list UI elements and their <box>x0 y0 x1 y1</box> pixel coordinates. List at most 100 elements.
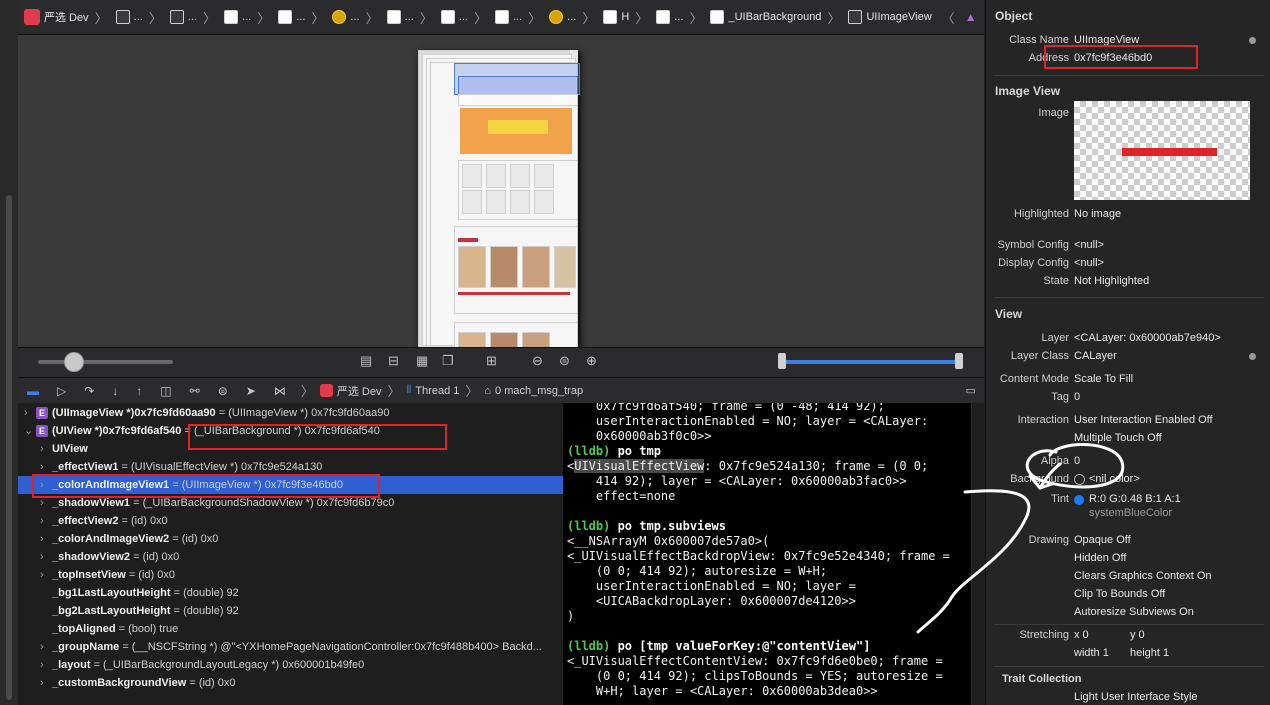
change-canvas-background-icon[interactable]: ❐ <box>442 353 454 369</box>
console-line: (lldb) po [tmp valueForKey:@"contentView… <box>567 639 871 653</box>
view-hierarchy-canvas[interactable] <box>18 35 984 347</box>
variable-row[interactable]: _bg2LastLayoutHeight = (double) 92 <box>18 602 563 620</box>
variable-row[interactable]: › _shadowView2 = (id) 0x0 <box>18 548 563 566</box>
chevron-right-icon[interactable]: › <box>40 440 52 458</box>
variable-row[interactable]: › E (UIImageView *)0x7fc9fd60aa90 = (UIIma… <box>18 404 563 422</box>
spacing-slider-knob[interactable] <box>64 352 84 372</box>
step-over-icon[interactable]: ↷ <box>84 384 94 398</box>
chevron-right-icon[interactable]: › <box>40 566 52 584</box>
exploded-view-stack[interactable] <box>418 50 580 347</box>
warning-icon[interactable]: ▲ <box>965 10 977 24</box>
crumb-image-view[interactable]: UIImageView <box>842 10 932 24</box>
variable-row[interactable]: › _colorAndImageView2 = (id) 0x0 <box>18 530 563 548</box>
debug-view-hierarchy-icon[interactable]: ◫ <box>160 384 171 398</box>
variable-value: = (UIImageView *) 0x7fc9fd60aa90 <box>218 407 390 419</box>
navigate-class-icon[interactable] <box>1249 37 1256 44</box>
crumb-controller-2[interactable]: ... <box>543 10 576 24</box>
crumb-view-3[interactable]: ... <box>272 10 305 24</box>
layer-class-value: CALayer <box>1074 350 1117 362</box>
range-slider-right-handle[interactable] <box>955 353 963 369</box>
crumb-controller-1[interactable]: ... <box>326 10 360 24</box>
variable-value: = (id) 0x0 <box>189 677 236 689</box>
variable-row[interactable]: _topAligned = (bool) true <box>18 620 563 638</box>
debug-thread[interactable]: Thread 1 <box>415 385 459 397</box>
variable-name: _bg1LastLayoutHeight <box>52 587 171 599</box>
tag-label: Tag <box>1051 391 1069 403</box>
spacing-slider-track[interactable] <box>38 360 173 364</box>
console-line: 0x7fc9fd6af540; frame = (0 -48; 414 92); <box>567 403 885 413</box>
variable-row[interactable]: › _groupName = (__NSCFString *) @"<YXHome… <box>18 638 563 656</box>
navigate-layer-class-icon[interactable] <box>1249 353 1256 360</box>
tag-value: 0 <box>1074 391 1081 403</box>
orient-3d-icon[interactable]: ⊞ <box>486 353 497 369</box>
adjust-view-mode-icon[interactable]: ▦ <box>416 353 428 369</box>
continue-icon[interactable]: ▷ <box>57 384 66 398</box>
variable-row[interactable]: _bg1LastLayoutHeight = (double) 92 <box>18 584 563 602</box>
background-label: Background <box>1010 473 1069 485</box>
view-controller-icon <box>332 10 347 24</box>
crumb-window[interactable]: ... <box>110 10 143 24</box>
range-slider-left-handle[interactable] <box>778 353 786 369</box>
show-clipped-icon[interactable]: ▤ <box>360 353 372 369</box>
environment-overrides-icon[interactable]: ⊜ <box>218 384 228 398</box>
debug-memory-graph-icon[interactable]: ⚯ <box>190 384 200 398</box>
range-slider-track[interactable] <box>781 360 959 364</box>
crumb-bar-background[interactable]: _UIBarBackground <box>704 10 821 24</box>
show-constraints-icon[interactable]: ⊟ <box>388 353 399 369</box>
variable-row[interactable]: › _effectView2 = (id) 0x0 <box>18 512 563 530</box>
step-out-icon[interactable]: ↑ <box>136 384 142 398</box>
console-line: <_UIVisualEffectBackdropView: 0x7fc9e52e… <box>567 549 950 563</box>
variable-row[interactable]: › _layout = (_UIBarBackgroundLayoutLegacy… <box>18 656 563 674</box>
app-icon <box>319 384 333 397</box>
crumb-view-5[interactable]: ... <box>435 10 468 24</box>
chevron-right-icon[interactable]: › <box>24 404 36 422</box>
chevron-right-icon[interactable]: › <box>40 530 52 548</box>
stretch-x: x 0 <box>1074 629 1089 641</box>
lldb-console[interactable]: 0x7fc9fd6af540; frame = (0 -48; 414 92);… <box>563 403 971 705</box>
crumb-app[interactable]: 严选 Dev <box>18 9 89 25</box>
breakpoints-toggle-icon[interactable]: ▬ <box>27 384 39 398</box>
chevron-right-icon: 〉 <box>635 10 649 26</box>
chevron-right-icon[interactable]: › <box>40 638 52 656</box>
symbol-config-value: <null> <box>1074 239 1104 251</box>
debug-app-name[interactable]: 严选 Dev <box>337 383 382 399</box>
zoom-out-icon[interactable]: ⊖ <box>532 353 543 369</box>
crumb-view-2[interactable]: ... <box>218 10 251 24</box>
chevron-down-icon[interactable]: ⌄ <box>24 422 36 440</box>
variable-name: (UIImageView *)0x7fc9fd60aa90 <box>52 407 216 419</box>
chevron-right-icon[interactable]: › <box>40 548 52 566</box>
stretch-y: y 0 <box>1130 629 1145 641</box>
annotation-box-bar-background <box>188 424 447 450</box>
chevron-right-icon[interactable]: › <box>40 656 52 674</box>
gutter-scroll-thumb[interactable] <box>6 195 12 700</box>
chevron-right-icon[interactable]: › <box>40 674 52 692</box>
chevron-left-icon[interactable]: 〈 <box>942 8 955 27</box>
crumb-view-4[interactable]: ... <box>381 10 414 24</box>
step-into-icon[interactable]: ↓ <box>112 384 118 398</box>
view-icon <box>710 10 725 24</box>
console-line: userInteractionEnabled = NO; layer = <CA… <box>567 414 929 428</box>
background-color-swatch <box>1074 474 1085 485</box>
view-icon <box>278 10 293 24</box>
alpha-value: 0 <box>1074 455 1081 467</box>
simulate-location-icon[interactable]: ➤ <box>246 384 256 398</box>
chevron-right-icon: 〉 <box>689 10 703 26</box>
chevron-right-icon[interactable]: › <box>40 512 52 530</box>
hide-debug-area-icon[interactable]: ▭ <box>966 384 976 397</box>
crumb-view-7[interactable]: ... <box>650 10 683 24</box>
lldb-prompt: (lldb) <box>567 639 611 653</box>
console-scrollbar[interactable] <box>971 403 985 705</box>
zoom-actual-icon[interactable]: ⊜ <box>559 353 570 369</box>
crumb-view-6[interactable]: ... <box>489 10 522 24</box>
queue-icon[interactable]: ⋈ <box>274 384 286 398</box>
crumb-view-1[interactable]: ... <box>164 10 197 24</box>
variable-row[interactable]: › _topInsetView = (id) 0x0 <box>18 566 563 584</box>
variable-name: _shadowView2 <box>52 551 131 563</box>
console-line: (0 0; 414 92); clipsToBounds = YES; auto… <box>567 669 943 683</box>
crumb-h[interactable]: H <box>597 10 629 24</box>
debug-frame[interactable]: 0 mach_msg_trap <box>495 385 583 397</box>
console-line: <_UIVisualEffectContentView: 0x7fc9fd6e0… <box>567 654 943 668</box>
variable-row[interactable]: › _customBackgroundView = (id) 0x0 <box>18 674 563 692</box>
drawing-autoresize: Autoresize Subviews On <box>1074 606 1194 618</box>
zoom-in-icon[interactable]: ⊕ <box>586 353 597 369</box>
